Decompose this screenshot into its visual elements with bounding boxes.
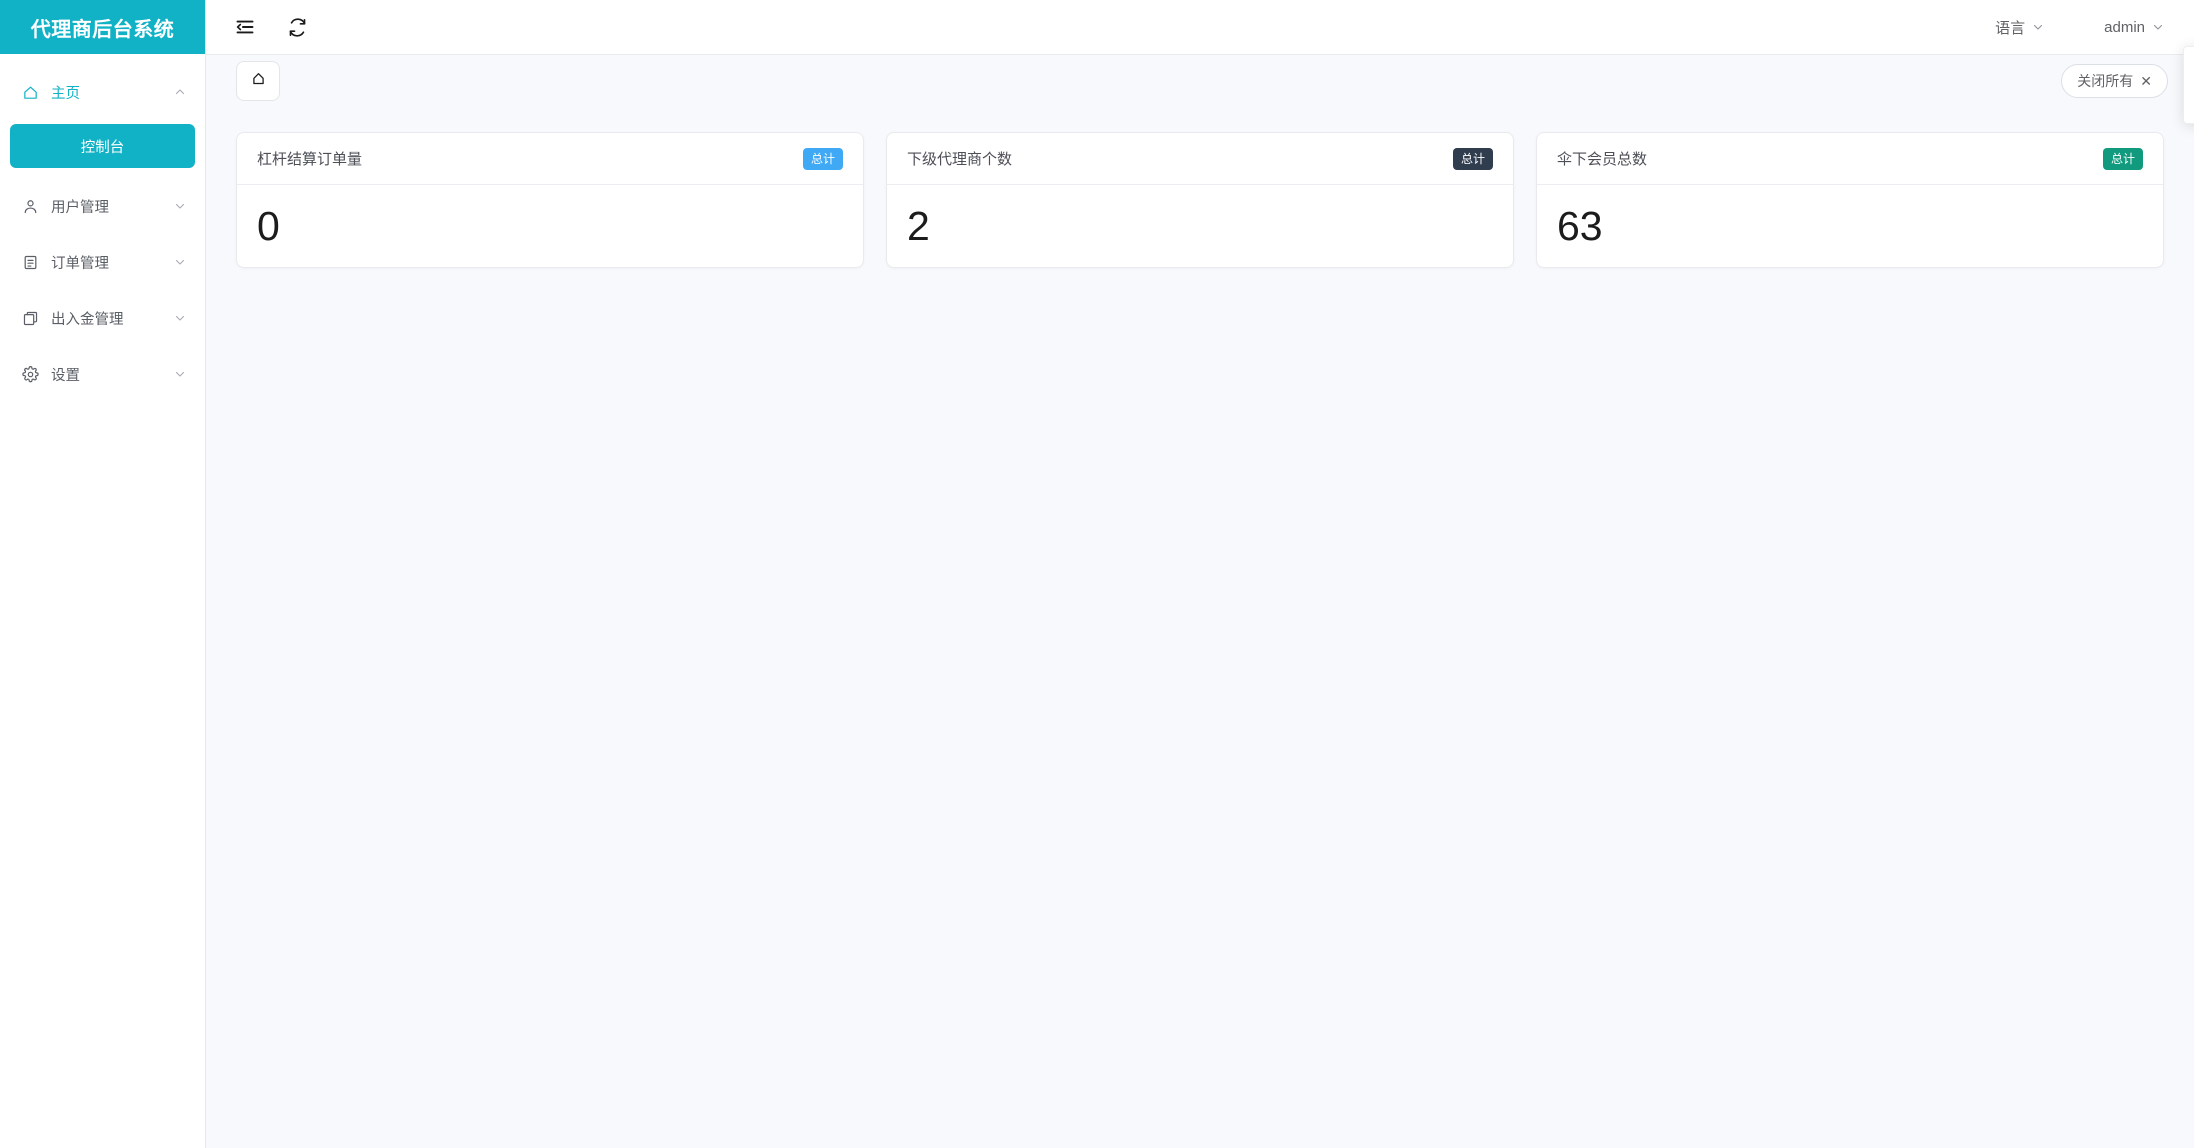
chevron-down-icon <box>173 255 187 269</box>
stat-card-title: 下级代理商个数 <box>907 148 1453 169</box>
sidebar-item-funds-management-label: 出入金管理 <box>51 308 173 329</box>
home-icon <box>20 82 40 102</box>
chevron-down-icon <box>2032 21 2044 33</box>
chevron-up-icon <box>173 85 187 99</box>
stat-card-body: 0 <box>237 185 863 267</box>
language-dropdown-trigger[interactable]: 语言 <box>1991 11 2048 44</box>
refresh-icon[interactable] <box>280 10 314 44</box>
stat-card-header: 伞下会员总数 总计 <box>1537 133 2163 185</box>
chevron-down-icon <box>173 367 187 381</box>
sidebar-item-dashboard-label: 控制台 <box>81 136 125 157</box>
stat-cards-row: 杠杆结算订单量 总计 0 下级代理商个数 总计 2 <box>236 132 2164 268</box>
sidebar-item-order-management-label: 订单管理 <box>51 252 173 273</box>
main-area: 语言 admin <box>206 0 2194 1148</box>
stat-card-value: 63 <box>1557 206 1603 247</box>
close-icon: ✕ <box>2140 74 2152 88</box>
content-area: 杠杆结算订单量 总计 0 下级代理商个数 总计 2 <box>206 106 2194 1148</box>
sidebar-item-home[interactable]: 主页 <box>0 64 205 120</box>
close-all-tabs-button[interactable]: 关闭所有 ✕ <box>2061 64 2168 98</box>
sidebar-item-user-management[interactable]: 用户管理 <box>0 178 205 234</box>
language-option-chinese[interactable]: 中文 <box>2184 53 2194 85</box>
sidebar-item-funds-management[interactable]: 出入金管理 <box>0 290 205 346</box>
stat-card-header: 杠杆结算订单量 总计 <box>237 133 863 185</box>
status-badge: 总计 <box>803 148 843 170</box>
user-menu-trigger[interactable]: admin <box>2100 13 2168 42</box>
close-all-tabs-label: 关闭所有 <box>2077 71 2133 91</box>
gear-icon <box>20 364 40 384</box>
sidebar: 代理商后台系统 主页 控制台 <box>0 0 206 1148</box>
user-menu-label: admin <box>2104 19 2145 36</box>
copy-icon <box>20 308 40 328</box>
sidebar-item-order-management[interactable]: 订单管理 <box>0 234 205 290</box>
sidebar-item-dashboard[interactable]: 控制台 <box>10 124 195 168</box>
stat-card-leverage-orders: 杠杆结算订单量 总计 0 <box>236 132 864 268</box>
document-icon <box>20 252 40 272</box>
sidebar-item-settings-label: 设置 <box>51 364 173 385</box>
user-icon <box>20 196 40 216</box>
sidebar-item-user-management-label: 用户管理 <box>51 196 173 217</box>
tab-home[interactable] <box>236 61 280 101</box>
status-badge: 总计 <box>1453 148 1493 170</box>
app-root: 代理商后台系统 主页 控制台 <box>0 0 2194 1148</box>
sidebar-logo-text: 代理商后台系统 <box>31 13 175 42</box>
language-dropdown-menu: 中文 English <box>2183 46 2194 124</box>
home-icon <box>250 70 267 92</box>
sidebar-item-settings[interactable]: 设置 <box>0 346 205 402</box>
top-navbar: 语言 admin <box>206 0 2194 54</box>
sidebar-menu: 主页 控制台 用 <box>0 54 205 1148</box>
language-dropdown-label: 语言 <box>1995 17 2025 38</box>
status-badge: 总计 <box>2103 148 2143 170</box>
stat-card-value: 0 <box>257 206 280 247</box>
chevron-down-icon <box>2152 21 2164 33</box>
chevron-down-icon <box>173 311 187 325</box>
language-option-english[interactable]: English <box>2184 85 2194 117</box>
stat-card-body: 2 <box>887 185 1513 267</box>
stat-card-title: 伞下会员总数 <box>1557 148 2103 169</box>
stat-card-title: 杠杆结算订单量 <box>257 148 803 169</box>
menu-fold-icon[interactable] <box>228 10 262 44</box>
stat-card-value: 2 <box>907 206 930 247</box>
stat-card-header: 下级代理商个数 总计 <box>887 133 1513 185</box>
stat-card-sub-agents: 下级代理商个数 总计 2 <box>886 132 1514 268</box>
sidebar-submenu-home: 控制台 <box>0 120 205 178</box>
sidebar-item-home-label: 主页 <box>51 82 173 103</box>
stat-card-total-members: 伞下会员总数 总计 63 <box>1536 132 2164 268</box>
tabs-bar: 关闭所有 ✕ <box>206 54 2194 106</box>
stat-card-body: 63 <box>1537 185 2163 267</box>
sidebar-logo[interactable]: 代理商后台系统 <box>0 0 205 54</box>
chevron-down-icon <box>173 199 187 213</box>
